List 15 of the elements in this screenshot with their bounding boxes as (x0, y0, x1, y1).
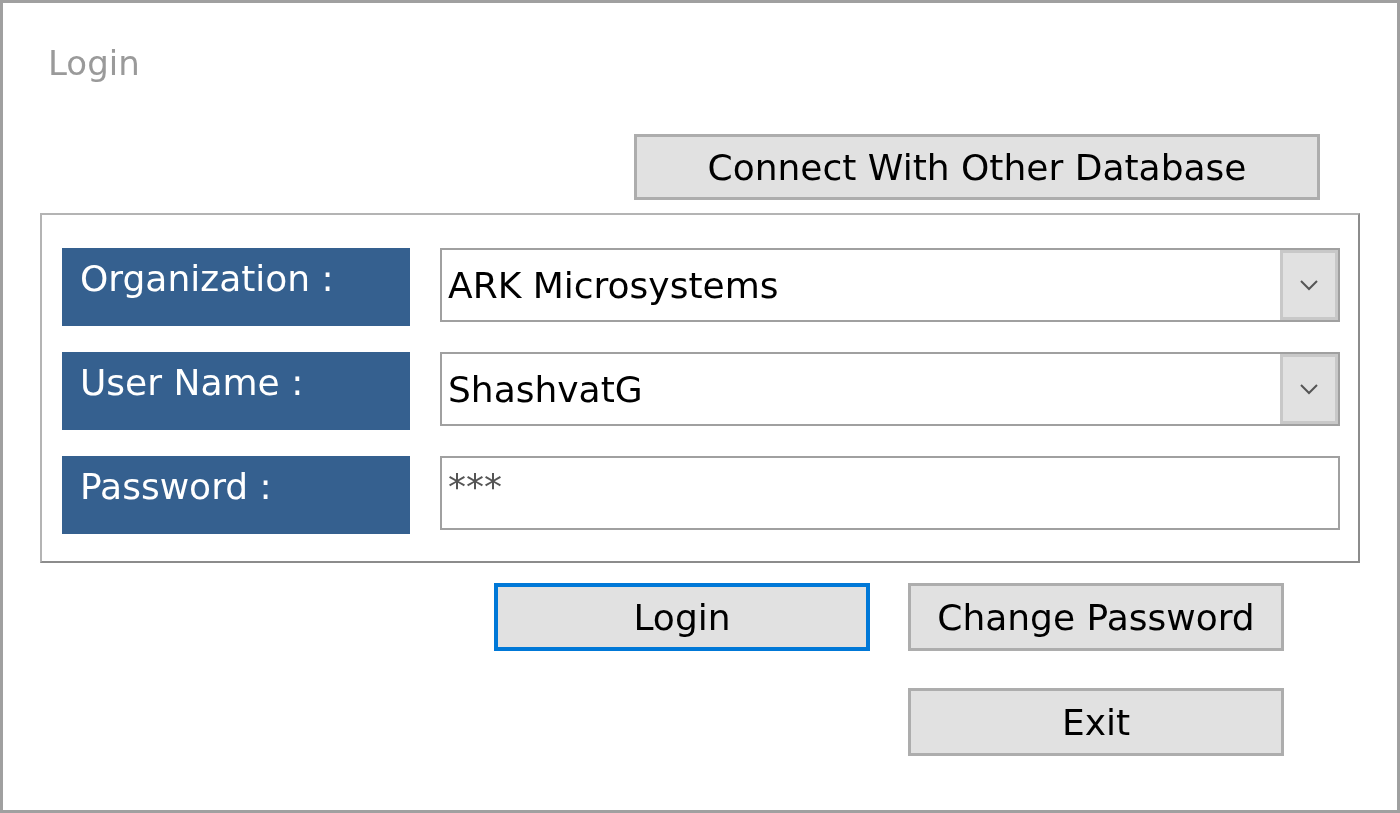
field-label: Password : (62, 456, 410, 534)
dropdown-field[interactable]: ARK Microsystems (440, 248, 1340, 322)
dropdown-button[interactable] (1280, 250, 1338, 320)
dialog-button[interactable]: Change Password (908, 583, 1284, 651)
password-field[interactable]: *** (440, 456, 1340, 530)
window-title: Login (48, 42, 140, 85)
chevron-down-icon (1299, 383, 1319, 395)
chevron-down-icon (1299, 279, 1319, 291)
dialog-button[interactable]: Exit (908, 688, 1284, 756)
dropdown-button[interactable] (1280, 354, 1338, 424)
dropdown-field[interactable]: ShashvatG (440, 352, 1340, 426)
dialog-button[interactable]: Login (494, 583, 870, 651)
connect-database-button[interactable]: Connect With Other Database (634, 134, 1320, 200)
field-label: User Name : (62, 352, 410, 430)
field-label: Organization : (62, 248, 410, 326)
